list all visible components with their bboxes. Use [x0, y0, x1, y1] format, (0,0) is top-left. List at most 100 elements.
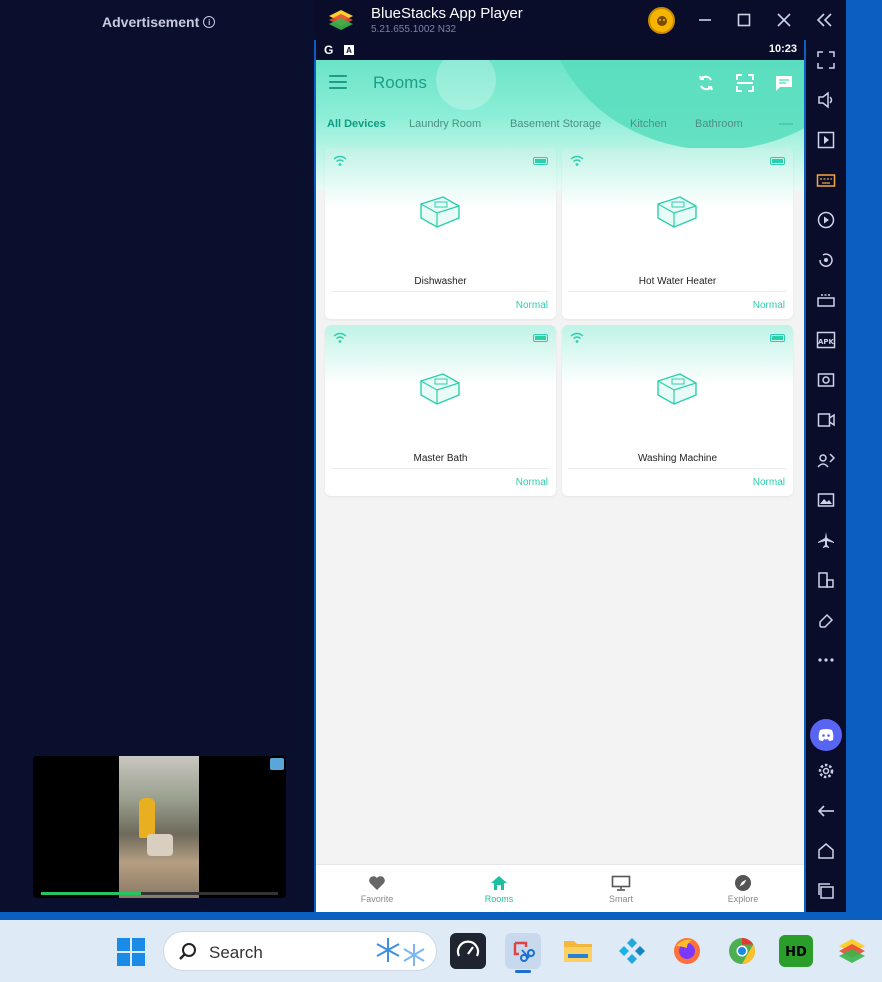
desktop-background [846, 0, 882, 920]
home-icon[interactable] [814, 839, 838, 863]
erase-icon[interactable] [814, 608, 838, 632]
macro-icon[interactable] [814, 208, 838, 232]
active-app-indicator [515, 970, 531, 973]
nav-explore[interactable]: Explore [682, 865, 804, 912]
search-icon [179, 943, 196, 960]
device-card[interactable]: Hot Water Heater Normal [562, 148, 793, 319]
device-status: Normal [515, 300, 548, 311]
volume-icon[interactable] [814, 88, 838, 112]
device-card[interactable]: Master Bath Normal [325, 325, 556, 496]
media-icon[interactable] [814, 128, 838, 152]
taskbar-search[interactable]: Search [163, 931, 437, 971]
video-frame [119, 756, 199, 898]
android-screen: G A 10:23 Rooms All Devices Laundry Room… [316, 40, 804, 912]
rotate-icon[interactable] [814, 248, 838, 272]
nav-smart[interactable]: Smart [560, 865, 682, 912]
device-icon [657, 196, 697, 228]
device-name: Hot Water Heater [638, 276, 717, 287]
more-icon[interactable] [814, 648, 838, 672]
settings-icon[interactable] [814, 759, 838, 783]
firefox-icon[interactable] [669, 933, 705, 969]
nav-rooms[interactable]: Rooms [438, 865, 560, 912]
device-card[interactable]: Dishwasher Normal [325, 148, 556, 319]
video-progress[interactable] [41, 892, 278, 895]
kodi-icon[interactable] [614, 933, 650, 969]
media-folder-icon[interactable] [814, 488, 838, 512]
file-explorer-icon[interactable] [560, 933, 596, 969]
ad-choices-icon[interactable] [270, 758, 284, 770]
record-icon[interactable] [814, 408, 838, 432]
wifi-icon [333, 332, 347, 343]
snipping-tool-icon[interactable] [505, 933, 541, 973]
bluestacks-logo-icon [329, 10, 353, 30]
status-google-icon: G [324, 43, 334, 57]
speedtest-icon[interactable] [450, 933, 486, 969]
tab-laundry-room[interactable]: Laundry Room [409, 118, 481, 130]
window-title: BlueStacks App Player [371, 5, 523, 22]
info-icon[interactable]: i [203, 16, 216, 28]
card-divider [568, 291, 787, 292]
window-version: 5.21.655.1002 N32 [371, 24, 457, 35]
sync-icon[interactable] [695, 72, 717, 94]
monitor-icon [611, 874, 631, 892]
airplane-icon[interactable] [814, 528, 838, 552]
snowflake-icon [376, 938, 425, 966]
menu-icon[interactable] [329, 75, 347, 89]
svg-text:APK: APK [818, 338, 835, 346]
video-object [147, 834, 173, 856]
chrome-icon[interactable] [724, 933, 760, 969]
compass-icon [733, 874, 753, 892]
svg-text:HD: HD [785, 945, 807, 959]
scan-icon[interactable] [734, 72, 756, 94]
rewards-coin-icon[interactable] [648, 7, 675, 34]
status-time: 10:23 [768, 43, 797, 55]
battery-icon [533, 334, 548, 342]
ad-label-text: Advertisement [102, 14, 200, 30]
bottom-nav: Favorite Rooms Smart Explore [316, 864, 804, 912]
wifi-icon [570, 155, 584, 166]
tab-kitchen[interactable]: Kitchen [630, 118, 667, 130]
taskbar: Search HD [0, 920, 882, 982]
device-card[interactable]: Washing Machine Normal [562, 325, 793, 496]
card-divider [331, 468, 550, 469]
ad-video[interactable] [33, 756, 286, 898]
close-icon[interactable] [772, 8, 796, 32]
battery-icon [770, 334, 785, 342]
nav-favorite[interactable]: Favorite [316, 865, 438, 912]
device-name: Washing Machine [637, 453, 718, 464]
recent-apps-icon[interactable] [814, 879, 838, 903]
collapse-panel-icon[interactable] [813, 8, 837, 32]
back-icon[interactable] [814, 799, 838, 823]
discord-icon[interactable] [810, 719, 842, 751]
nav-label: Explore [727, 894, 759, 904]
device-status: Normal [515, 477, 548, 488]
nav-label: Smart [608, 894, 633, 904]
minimize-icon[interactable] [693, 8, 717, 32]
maximize-icon[interactable] [732, 8, 756, 32]
hd-app-icon[interactable]: HD [779, 935, 813, 967]
card-divider [568, 468, 787, 469]
battery-icon [533, 157, 548, 165]
message-icon[interactable] [773, 72, 795, 94]
apk-install-icon[interactable]: APK [814, 328, 838, 352]
game-controls-icon[interactable] [814, 288, 838, 312]
tab-all-devices[interactable]: All Devices [327, 118, 386, 130]
eco-mode-icon[interactable] [814, 448, 838, 472]
start-icon[interactable] [115, 936, 147, 968]
keyboard-icon[interactable] [814, 168, 838, 192]
screenshot-icon[interactable] [814, 368, 838, 392]
tabs-overflow-icon[interactable] [779, 123, 793, 125]
card-divider [331, 291, 550, 292]
device-icon [420, 373, 460, 405]
fullscreen-icon[interactable] [814, 48, 838, 72]
wifi-icon [570, 332, 584, 343]
video-person [139, 798, 155, 838]
tab-basement-storage[interactable]: Basement Storage [510, 118, 601, 130]
tab-bathroom[interactable]: Bathroom [695, 118, 743, 130]
bluestacks-icon[interactable] [834, 933, 870, 969]
status-badge: A [344, 45, 354, 55]
room-tabs: All Devices Laundry Room Basement Storag… [316, 115, 804, 137]
device-name: Master Bath [413, 453, 468, 464]
nav-label: Rooms [484, 894, 514, 904]
multi-instance-icon[interactable] [814, 568, 838, 592]
